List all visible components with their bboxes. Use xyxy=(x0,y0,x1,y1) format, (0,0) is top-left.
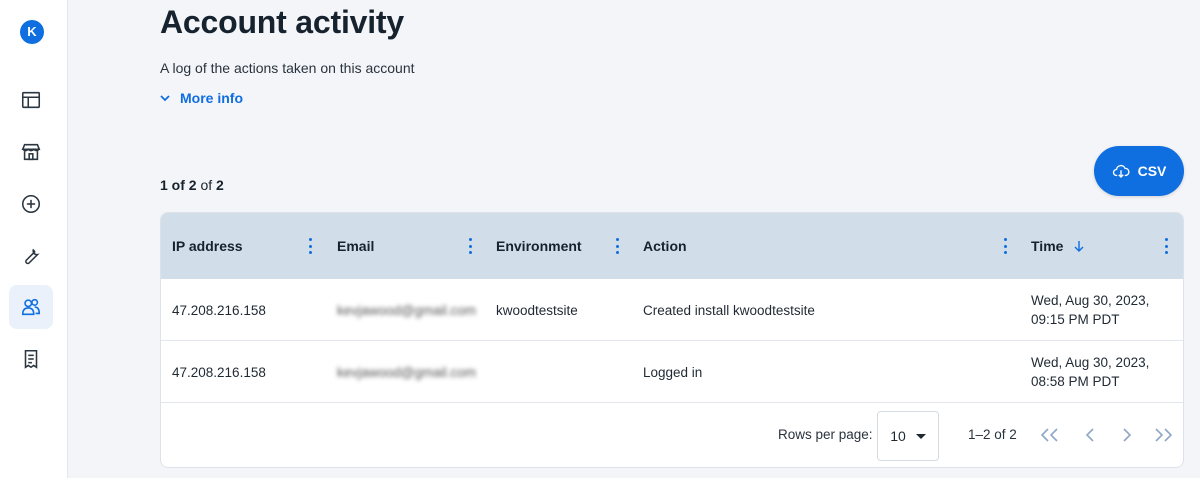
last-page-button[interactable] xyxy=(1150,422,1176,448)
sidebar-item-add[interactable] xyxy=(9,182,53,226)
store-icon xyxy=(21,143,41,161)
page-title: Account activity xyxy=(160,4,404,40)
table-row[interactable]: 47.208.216.158 kevjawood@gmail.com Logge… xyxy=(161,341,1183,403)
column-header-action[interactable]: Action xyxy=(643,213,687,279)
rows-per-page-select[interactable]: 10 xyxy=(877,411,939,461)
sort-descending-icon[interactable] xyxy=(1073,240,1085,252)
cell-action: Created install kwoodtestsite xyxy=(643,302,815,318)
app-logo[interactable]: K xyxy=(20,20,44,44)
pagination-range: 1–2 of 2 xyxy=(968,427,1017,442)
cell-email: kevjawood@gmail.com xyxy=(337,364,477,380)
caret-down-icon xyxy=(915,433,926,439)
column-header-time[interactable]: Time xyxy=(1031,213,1085,279)
more-info-toggle[interactable]: More info xyxy=(158,88,243,108)
sidebar-item-users[interactable] xyxy=(9,285,53,329)
column-header-ip[interactable]: IP address xyxy=(172,213,243,279)
column-menu-time[interactable] xyxy=(1163,238,1169,254)
table-pagination: Rows per page: 10 1–2 of 2 xyxy=(161,403,1183,467)
previous-page-button[interactable] xyxy=(1077,422,1103,448)
next-page-button[interactable] xyxy=(1114,422,1140,448)
add-circle-icon xyxy=(21,194,41,214)
csv-export-button[interactable]: CSV xyxy=(1094,146,1184,196)
wrench-icon xyxy=(25,248,40,265)
cell-action: Logged in xyxy=(643,364,703,380)
double-chevron-right-icon xyxy=(1155,428,1173,442)
rows-per-page-label: Rows per page: xyxy=(778,427,873,442)
column-header-environment[interactable]: Environment xyxy=(496,213,582,279)
sidebar-item-billing[interactable] xyxy=(9,337,53,381)
table-row[interactable]: 47.208.216.158 kevjawood@gmail.com kwood… xyxy=(161,279,1183,341)
activity-table: IP address Email Environment Action Time… xyxy=(160,212,1184,468)
result-count: 1 of 2 of 2 xyxy=(160,177,224,193)
column-menu-email[interactable] xyxy=(467,238,473,254)
sidebar-item-layout[interactable] xyxy=(9,78,53,122)
rows-per-page-value: 10 xyxy=(890,428,906,444)
page-subtitle: A log of the actions taken on this accou… xyxy=(160,60,415,76)
layout-icon xyxy=(21,91,41,109)
result-count-total: 2 xyxy=(216,177,224,193)
cell-time-date: Wed, Aug 30, 2023, xyxy=(1031,293,1150,308)
column-menu-environment[interactable] xyxy=(614,238,620,254)
column-menu-action[interactable] xyxy=(1002,238,1008,254)
csv-button-label: CSV xyxy=(1137,163,1167,179)
cell-email: kevjawood@gmail.com xyxy=(337,302,477,318)
users-icon xyxy=(21,298,41,316)
column-menu-ip[interactable] xyxy=(307,238,313,254)
sidebar-item-tools[interactable] xyxy=(9,234,53,278)
cell-ip: 47.208.216.158 xyxy=(172,364,266,380)
cell-time-clock: 09:15 PM PDT xyxy=(1031,312,1120,327)
cloud-download-icon xyxy=(1112,164,1130,178)
result-count-of: of xyxy=(200,177,213,193)
result-count-shown: 1 of 2 xyxy=(160,177,197,193)
column-header-email[interactable]: Email xyxy=(337,213,374,279)
sidebar-item-store[interactable] xyxy=(9,130,53,174)
cell-time-clock: 08:58 PM PDT xyxy=(1031,374,1120,389)
cell-ip: 47.208.216.158 xyxy=(172,302,266,318)
chevron-right-icon xyxy=(1123,428,1132,442)
cell-time-date: Wed, Aug 30, 2023, xyxy=(1031,355,1150,370)
column-header-time-label: Time xyxy=(1031,238,1064,254)
chevron-left-icon xyxy=(1085,428,1094,442)
sidebar: K xyxy=(0,0,68,478)
receipt-icon xyxy=(24,349,38,369)
table-header: IP address Email Environment Action Time xyxy=(161,213,1183,279)
cell-environment: kwoodtestsite xyxy=(496,302,578,318)
cell-time: Wed, Aug 30, 2023, 08:58 PM PDT xyxy=(1031,341,1149,403)
double-chevron-left-icon xyxy=(1040,428,1058,442)
chevron-down-icon xyxy=(160,95,170,102)
first-page-button[interactable] xyxy=(1037,422,1063,448)
more-info-label: More info xyxy=(180,90,243,106)
cell-time: Wed, Aug 30, 2023, 09:15 PM PDT xyxy=(1031,279,1149,341)
